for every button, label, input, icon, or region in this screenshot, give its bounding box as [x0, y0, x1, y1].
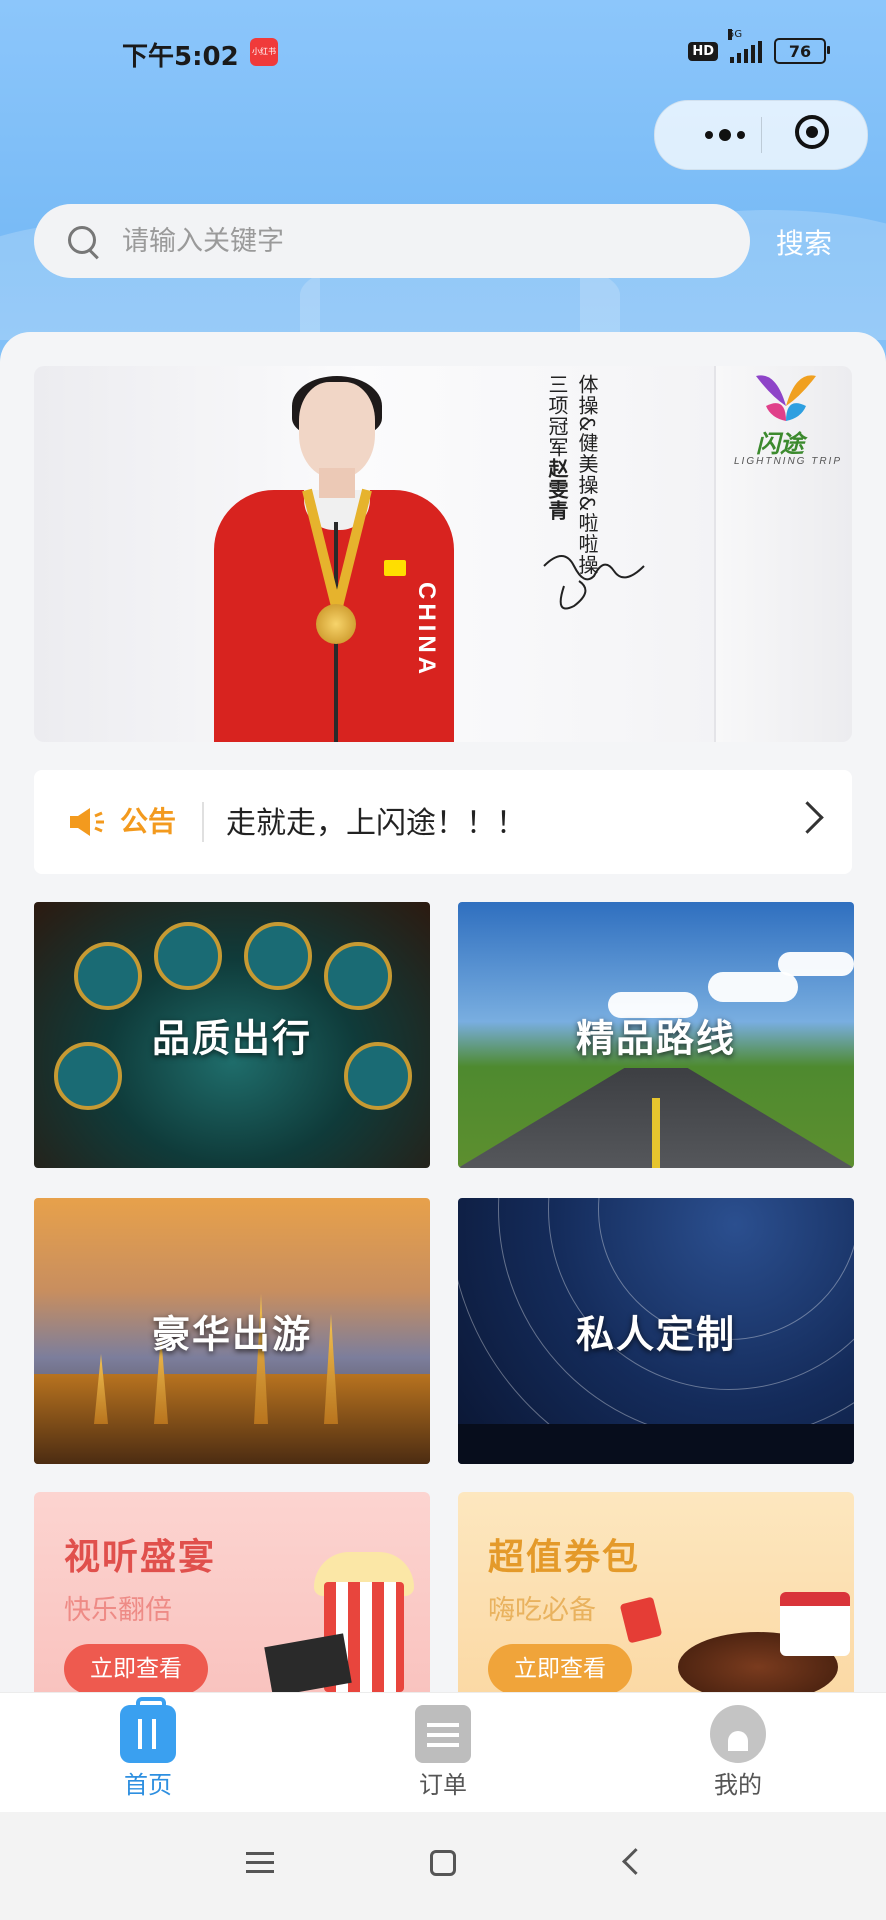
banner-title-prefix: 三项冠军 — [545, 374, 569, 458]
tab-orders[interactable]: 订单 — [363, 1693, 523, 1813]
jacket-text: CHINA — [413, 582, 440, 678]
banner-athlete-name: 赵雯青 — [545, 458, 569, 521]
announcement-label: 公告 — [120, 805, 177, 838]
chevron-right-icon[interactable] — [791, 801, 824, 834]
system-navigation-bar — [0, 1812, 886, 1920]
tab-label: 我的 — [714, 1771, 762, 1799]
tab-home[interactable]: 首页 — [68, 1693, 228, 1813]
hd-icon: HD — [688, 41, 718, 61]
miniprogram-capsule — [654, 100, 868, 170]
gold-medal-icon — [316, 604, 356, 644]
tile-luxury-tour[interactable]: 豪华出游 — [34, 1198, 430, 1464]
notification-app-icon: 小红书 — [250, 38, 278, 66]
tile-label: 豪华出游 — [151, 1312, 312, 1357]
battery-icon: 76 — [774, 38, 830, 64]
promo-title: 视听盛宴 — [64, 1537, 217, 1578]
battery-level: 76 — [788, 41, 812, 61]
announcement-text: 走就走，上闪途！！！ — [226, 806, 526, 841]
tile-label: 私人定制 — [575, 1312, 736, 1357]
luggage-icon — [120, 1697, 176, 1763]
promo-card-entertainment[interactable]: 视听盛宴 快乐翻倍 立即查看 — [34, 1492, 430, 1692]
search-bar — [34, 204, 750, 278]
signature-image — [543, 555, 645, 610]
home-icon[interactable] — [430, 1850, 456, 1876]
search-input[interactable] — [120, 224, 684, 258]
view-now-button[interactable]: 立即查看 — [488, 1644, 632, 1692]
profile-icon — [710, 1705, 766, 1763]
promo-title: 超值券包 — [488, 1537, 641, 1578]
tile-label: 品质出行 — [151, 1016, 312, 1061]
clapperboard-icon — [264, 1633, 352, 1692]
status-indicators: HD 5G 76 — [688, 29, 830, 64]
view-now-button[interactable]: 立即查看 — [64, 1644, 208, 1692]
capsule-divider — [761, 117, 762, 153]
announcement-divider — [202, 802, 204, 842]
brand-logo-icon — [756, 375, 816, 421]
promo-card-coupons[interactable]: 超值券包 嗨吃必备 立即查看 — [458, 1492, 854, 1692]
status-time: 下午5:02 — [122, 42, 239, 72]
tile-label: 精品路线 — [575, 1016, 736, 1061]
cake-icon — [780, 1592, 850, 1656]
announcement-bar[interactable]: 公告 走就走，上闪途！！！ — [34, 770, 852, 874]
tab-profile[interactable]: 我的 — [658, 1693, 818, 1813]
status-bar: 下午5:02 小红书 HD 5G 76 — [0, 0, 886, 100]
order-icon — [415, 1705, 471, 1763]
bottom-tab-bar: 首页 订单 我的 — [0, 1692, 886, 1813]
promo-banner[interactable]: CHINA 三项冠军赵雯青 体操&健美操&啦啦操 闪途 LIGHTNING TR… — [34, 366, 852, 742]
signal-icon: 5G — [728, 29, 762, 63]
tab-label: 订单 — [419, 1771, 467, 1799]
recent-apps-icon[interactable] — [246, 1852, 274, 1874]
athlete-photo: CHINA — [184, 376, 484, 742]
red-envelope-icon — [619, 1596, 663, 1644]
promo-subtitle: 嗨吃必备 — [488, 1595, 596, 1626]
tile-private-custom[interactable]: 私人定制 — [458, 1198, 854, 1464]
promo-subtitle: 快乐翻倍 — [64, 1595, 172, 1626]
megaphone-icon — [70, 808, 104, 836]
banner-title: 三项冠军赵雯青 — [544, 374, 570, 521]
tile-quality-travel[interactable]: 品质出行 — [34, 902, 430, 1168]
back-icon[interactable] — [622, 1848, 649, 1875]
brand-logo-subtitle: LIGHTNING TRIP — [734, 456, 843, 467]
search-button[interactable]: 搜索 — [776, 222, 832, 262]
network-label: 5G — [728, 29, 743, 40]
close-miniprogram-icon[interactable] — [795, 115, 829, 149]
brand-logo-text: 闪途 — [756, 430, 804, 458]
tile-premium-routes[interactable]: 精品路线 — [458, 902, 854, 1168]
flag-icon — [384, 560, 406, 576]
search-icon — [66, 224, 100, 258]
more-options-icon[interactable] — [693, 123, 757, 147]
tab-label: 首页 — [124, 1771, 172, 1799]
